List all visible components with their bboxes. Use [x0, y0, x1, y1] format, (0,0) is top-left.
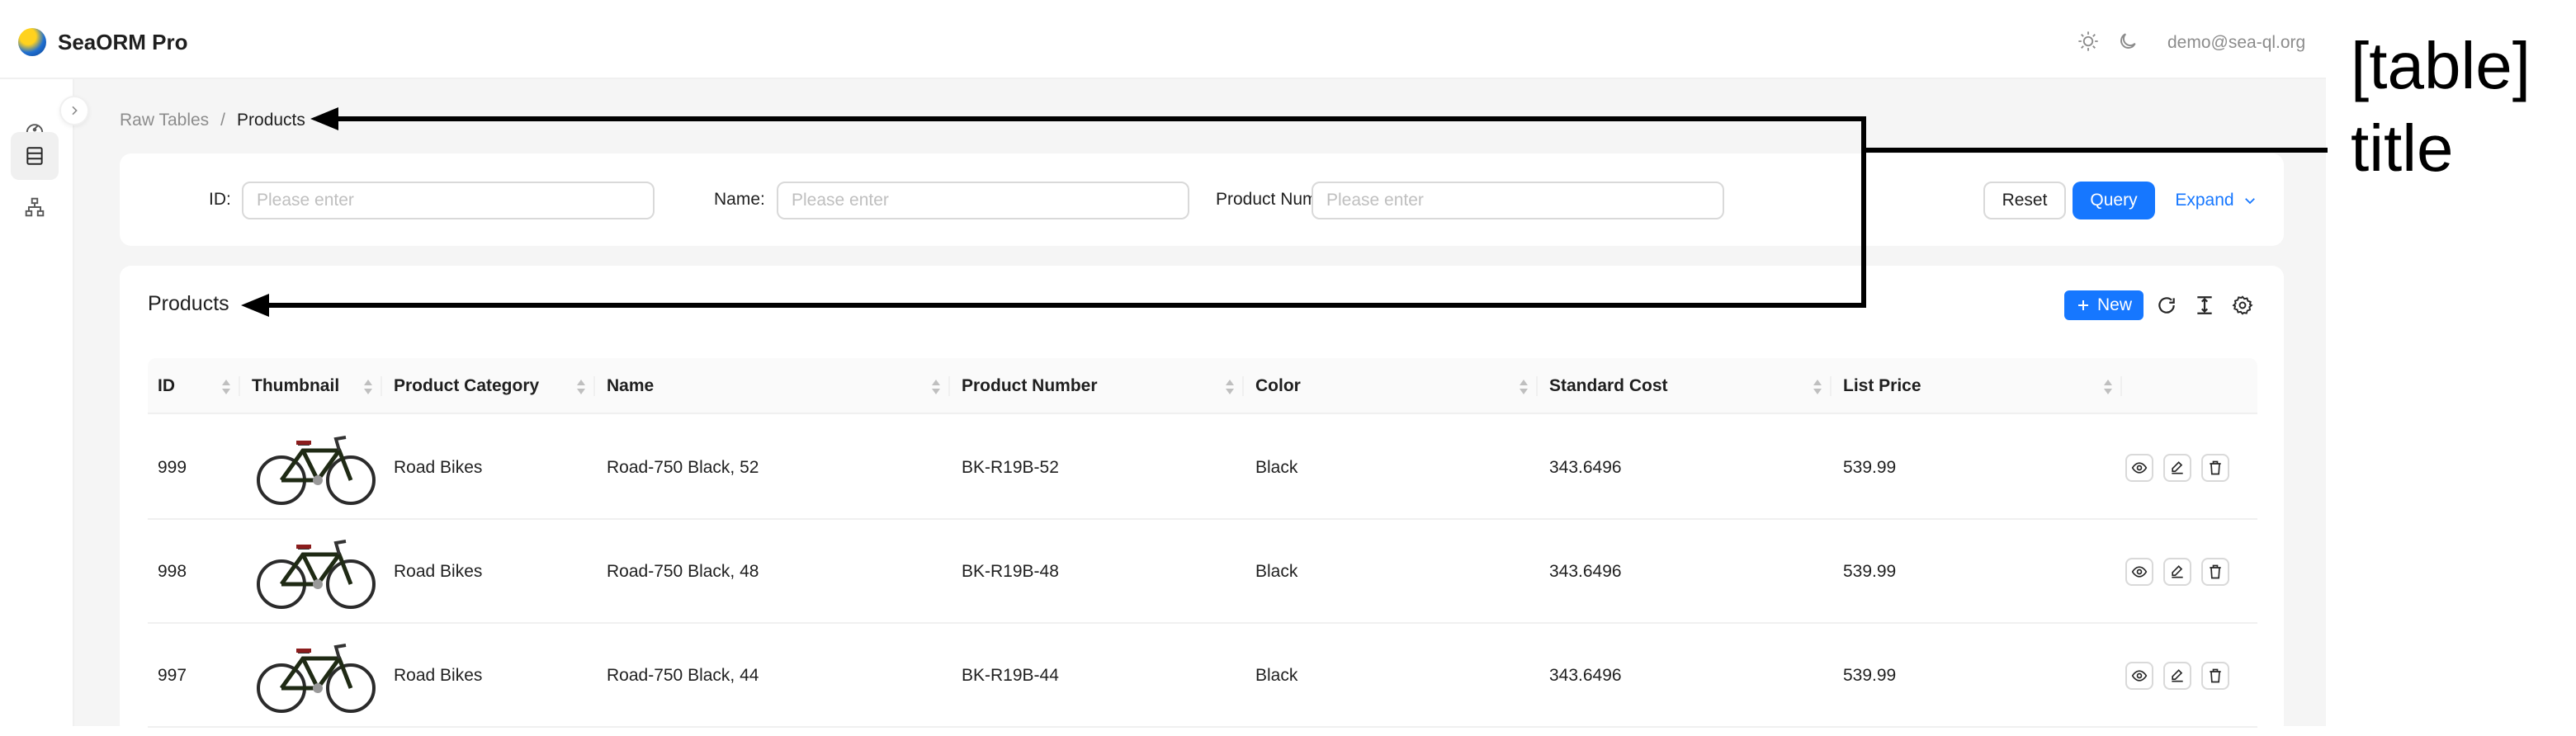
annotation-label-line1: [table] [2351, 29, 2531, 102]
annotation-label-line2: title [2351, 111, 2454, 185]
annotation-arrows [241, 107, 2328, 317]
